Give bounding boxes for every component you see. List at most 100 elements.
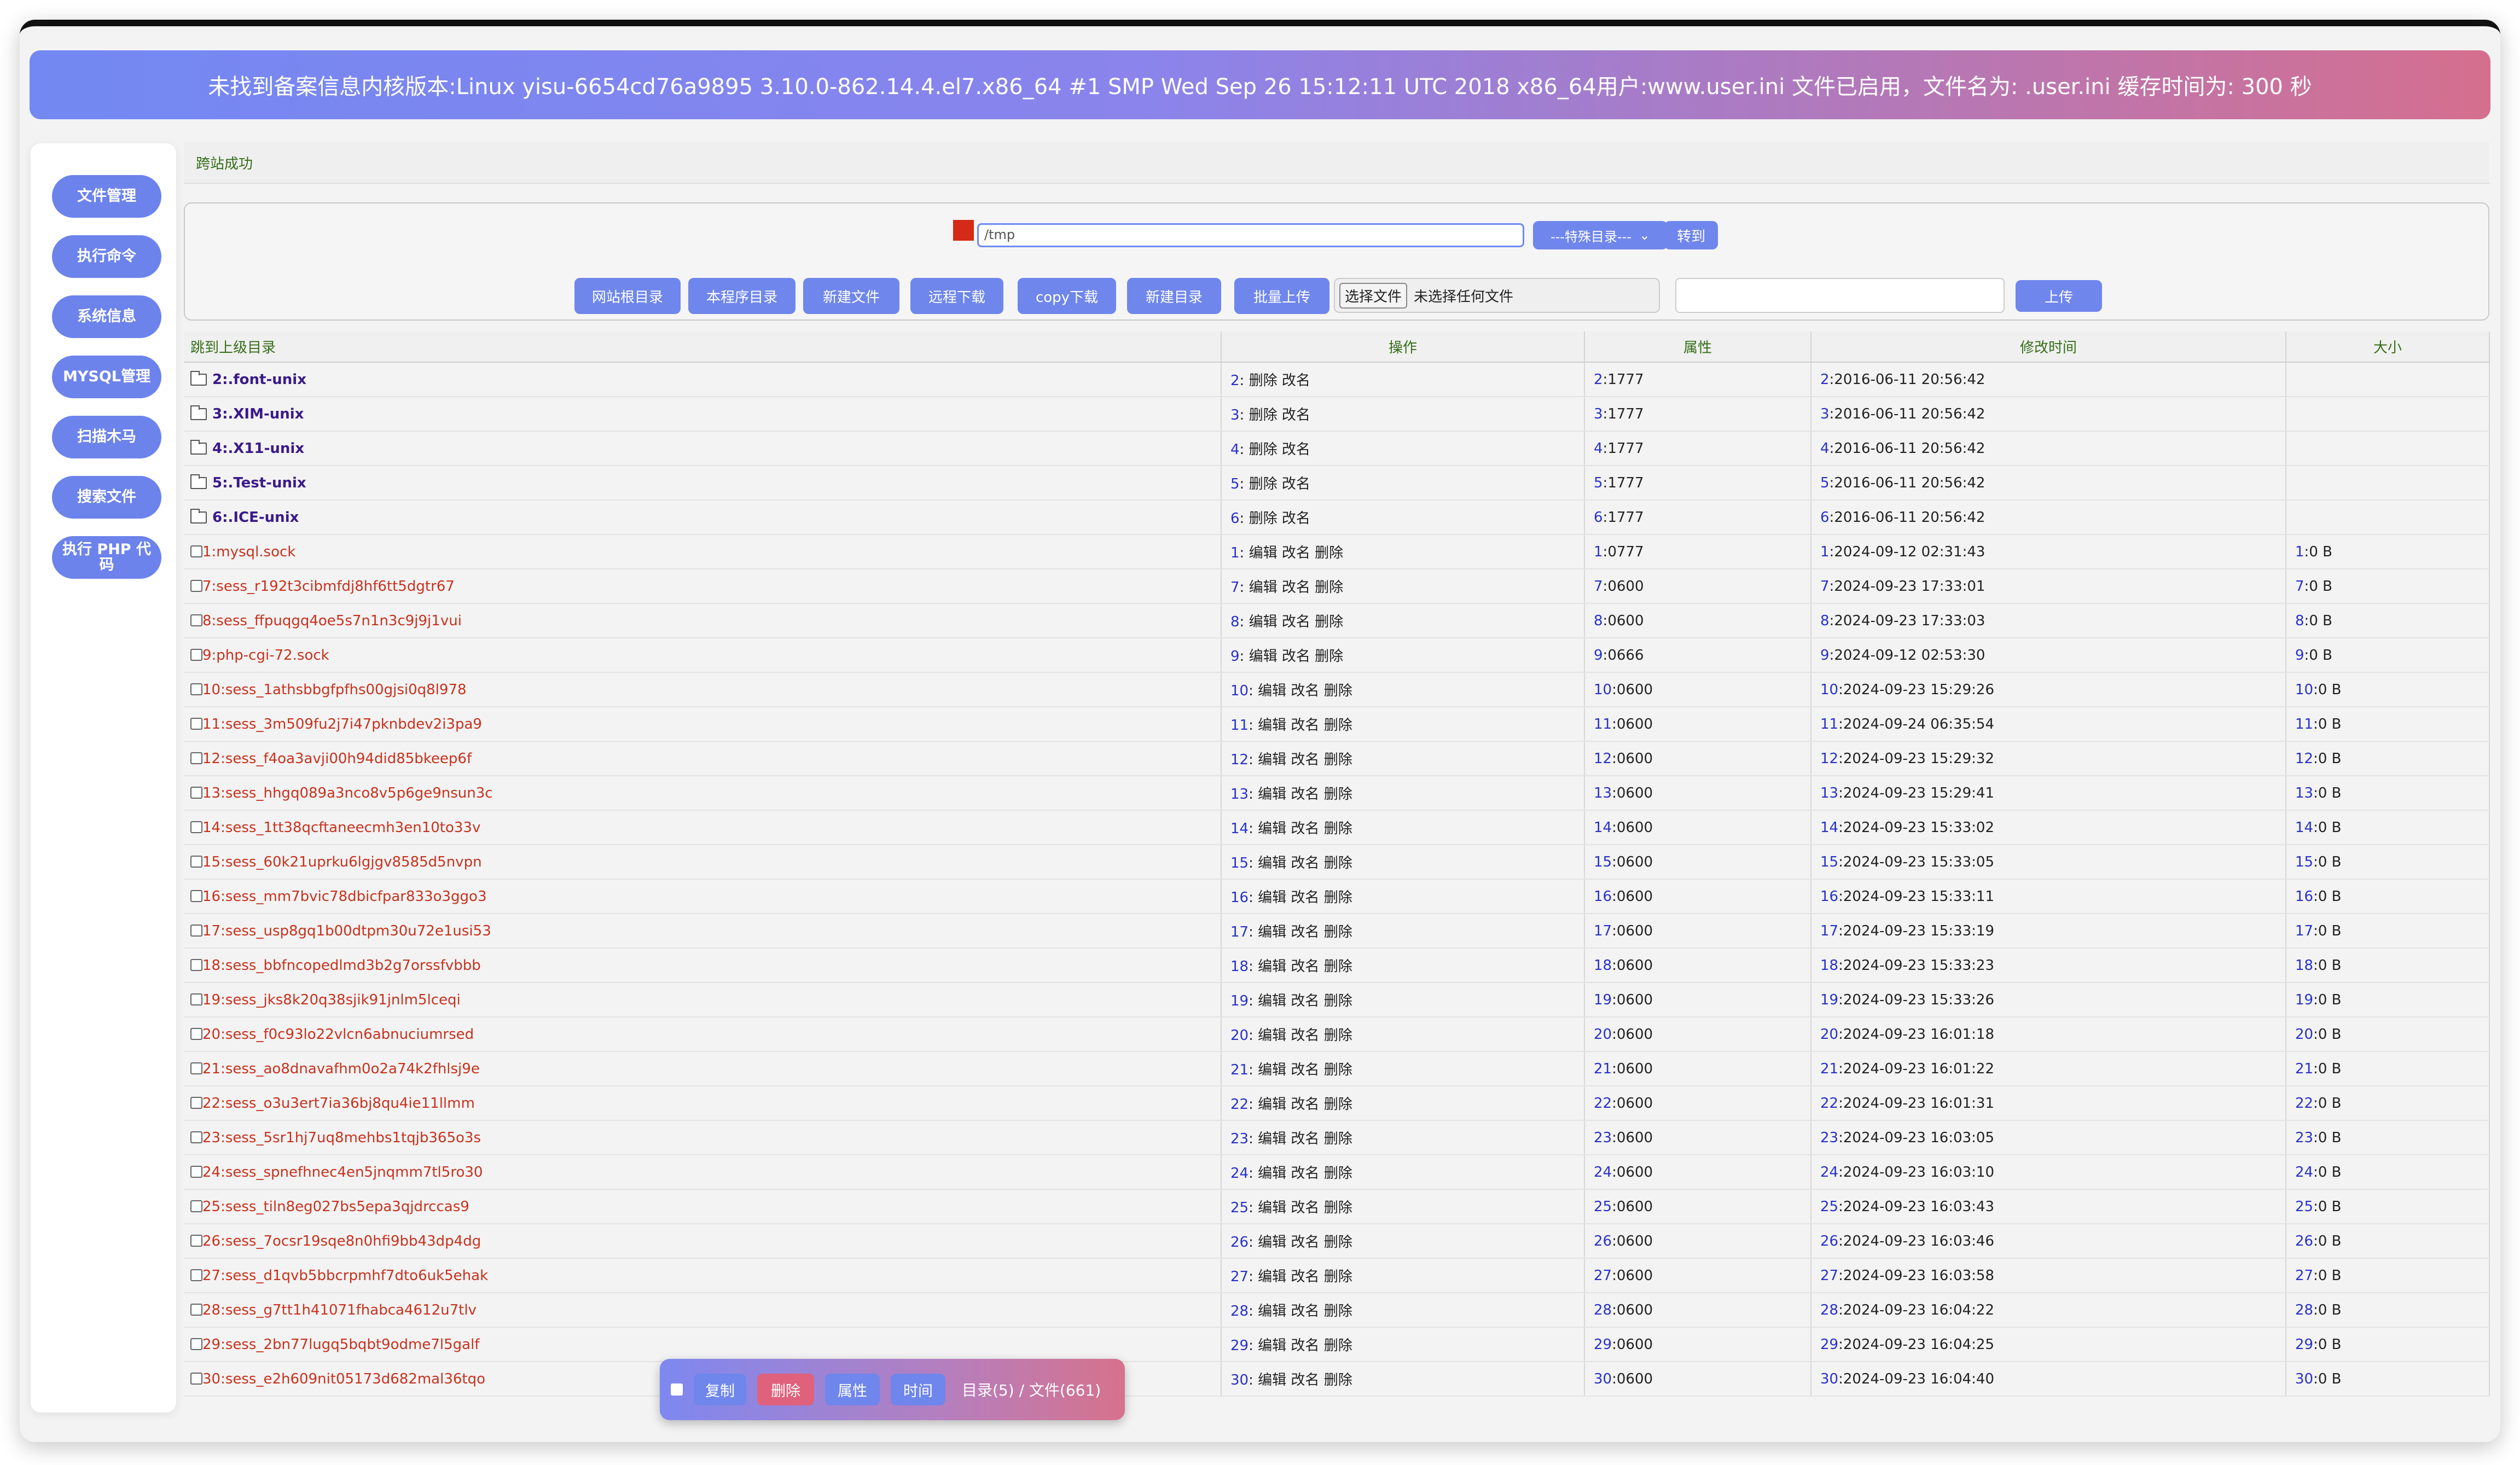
rename-link[interactable]: 改名 [1282,476,1310,492]
sidebar-item-file-manager[interactable]: 文件管理 [52,175,161,218]
edit-link[interactable]: 编辑 [1258,1303,1286,1319]
file-link[interactable]: 14:sess_1tt38qcftaneecmh3en10to33v [202,819,480,836]
program-dir-button[interactable]: 本程序目录 [688,278,796,314]
rename-link[interactable]: 改名 [1282,373,1310,389]
delete-link[interactable]: 删除 [1324,1027,1352,1044]
edit-link[interactable]: 编辑 [1249,614,1278,630]
edit-link[interactable]: 编辑 [1258,1234,1286,1251]
rename-link[interactable]: 改名 [1291,855,1319,871]
rename-link[interactable]: 改名 [1282,614,1310,630]
delete-link[interactable]: 删除 [1315,579,1343,596]
row-checkbox[interactable] [190,1234,202,1247]
file-link[interactable]: 24:sess_spnefhnec4en5jnqmm7tl5ro30 [202,1164,483,1181]
delete-link[interactable]: 删除 [1324,1372,1352,1388]
edit-link[interactable]: 编辑 [1258,924,1286,940]
rename-link[interactable]: 改名 [1291,1269,1319,1285]
dir-link[interactable]: 2:.font-unix [212,371,306,388]
sidebar-item-exec-php[interactable]: 执行 PHP 代码 [52,536,161,579]
file-link[interactable]: 13:sess_hhgq089a3nco8v5p6ge9nsun3c [202,785,493,801]
edit-link[interactable]: 编辑 [1258,1096,1286,1113]
mtime-value[interactable]: 2024-09-23 15:33:26 [1843,992,1994,1008]
perm-value[interactable]: 1777 [1607,509,1644,526]
go-button[interactable]: 转到 [1664,221,1718,249]
delete-link[interactable]: 删除 [1324,1200,1352,1216]
perm-value[interactable]: 0600 [1617,1233,1653,1249]
file-link[interactable]: 30:sess_e2h609nit05173d682mal36tqo [202,1371,485,1387]
mtime-value[interactable]: 2016-06-11 20:56:42 [1834,440,1985,457]
file-link[interactable]: 9:php-cgi-72.sock [202,647,329,664]
delete-link[interactable]: 删除 [1324,1131,1352,1147]
file-link[interactable]: 27:sess_d1qvb5bbcrpmhf7dto6uk5ehak [202,1268,488,1284]
edit-link[interactable]: 编辑 [1258,1269,1286,1285]
sidebar-item-scan-trojan[interactable]: 扫描木马 [52,416,161,458]
delete-link[interactable]: 删除 [1324,821,1352,837]
delete-link[interactable]: 删除 [1324,1303,1352,1319]
delete-link[interactable]: 删除 [1324,1165,1352,1182]
rename-link[interactable]: 改名 [1291,821,1319,837]
delete-link[interactable]: 删除 [1324,855,1352,871]
mtime-value[interactable]: 2024-09-23 15:33:23 [1843,957,1994,974]
edit-link[interactable]: 编辑 [1258,786,1286,803]
delete-link[interactable]: 删除 [1315,614,1343,630]
delete-button[interactable]: 删除 [757,1374,814,1405]
rename-link[interactable]: 改名 [1291,1131,1319,1147]
row-checkbox[interactable] [190,958,202,971]
row-checkbox[interactable] [190,717,202,730]
row-checkbox[interactable] [190,1303,202,1316]
rename-link[interactable]: 改名 [1282,579,1310,596]
copy-button[interactable]: 复制 [694,1374,746,1405]
edit-link[interactable]: 编辑 [1249,579,1278,596]
mtime-value[interactable]: 2024-09-23 16:01:22 [1843,1061,1994,1077]
file-link[interactable]: 23:sess_5sr1hj7uq8mehbs1tqjb365o3s [202,1130,481,1146]
delete-link[interactable]: 删除 [1249,441,1278,458]
mtime-value[interactable]: 2024-09-23 15:33:11 [1843,888,1994,905]
delete-link[interactable]: 删除 [1324,1096,1352,1113]
file-link[interactable]: 22:sess_o3u3ert7ia36bj8qu4ie11llmm [202,1095,475,1112]
file-link[interactable]: 21:sess_ao8dnavafhm0o2a74k2fhlsj9e [202,1061,480,1077]
perm-value[interactable]: 0600 [1617,1268,1653,1284]
mtime-value[interactable]: 2024-09-23 15:33:02 [1843,819,1994,836]
delete-link[interactable]: 删除 [1324,890,1352,906]
perm-value[interactable]: 0600 [1617,1130,1653,1146]
perm-value[interactable]: 0600 [1617,1095,1653,1112]
delete-link[interactable]: 删除 [1324,752,1352,768]
row-checkbox[interactable] [190,1338,202,1350]
rename-link[interactable]: 改名 [1282,407,1310,423]
select-all-checkbox[interactable] [671,1383,683,1396]
row-checkbox[interactable] [190,1165,202,1178]
delete-link[interactable]: 删除 [1249,476,1278,492]
row-checkbox[interactable] [190,648,202,661]
rename-link[interactable]: 改名 [1282,545,1310,561]
remote-download-button[interactable]: 远程下载 [910,278,1003,314]
rename-link[interactable]: 改名 [1291,683,1319,699]
mtime-value[interactable]: 2024-09-23 15:33:05 [1843,854,1994,870]
perm-value[interactable]: 0600 [1617,819,1653,836]
perm-value[interactable]: 1777 [1607,371,1644,388]
perm-value[interactable]: 0600 [1617,888,1653,905]
row-checkbox[interactable] [190,1372,202,1385]
mtime-value[interactable]: 2024-09-23 16:03:43 [1843,1199,1994,1215]
perm-value[interactable]: 1777 [1607,406,1644,422]
perm-value[interactable]: 0600 [1617,854,1653,870]
sidebar-item-exec-command[interactable]: 执行命令 [52,235,161,278]
edit-link[interactable]: 编辑 [1258,717,1286,734]
batch-upload-button[interactable]: 批量上传 [1234,278,1329,314]
edit-link[interactable]: 编辑 [1258,1165,1286,1182]
mtime-value[interactable]: 2024-09-12 02:31:43 [1834,544,1985,560]
mtime-value[interactable]: 2024-09-23 16:04:22 [1843,1302,1994,1318]
edit-link[interactable]: 编辑 [1258,1131,1286,1147]
edit-link[interactable]: 编辑 [1258,821,1286,837]
delete-link[interactable]: 删除 [1324,1338,1352,1354]
file-link[interactable]: 20:sess_f0c93lo22vlcn6abnuciumrsed [202,1026,474,1043]
site-root-button[interactable]: 网站根目录 [574,278,681,314]
row-checkbox[interactable] [190,1096,202,1109]
mtime-value[interactable]: 2016-06-11 20:56:42 [1834,371,1985,388]
perm-value[interactable]: 0600 [1617,1026,1653,1043]
rename-link[interactable]: 改名 [1291,1234,1319,1251]
special-dir-select[interactable]: ---特殊目录--- ⌄ [1533,221,1668,249]
edit-link[interactable]: 编辑 [1258,1062,1286,1078]
file-link[interactable]: 26:sess_7ocsr19sqe8n0hfi9bb43dp4dg [202,1233,481,1249]
upload-button[interactable]: 上传 [2016,280,2102,312]
perm-value[interactable]: 0600 [1607,613,1644,629]
rename-link[interactable]: 改名 [1282,510,1310,527]
